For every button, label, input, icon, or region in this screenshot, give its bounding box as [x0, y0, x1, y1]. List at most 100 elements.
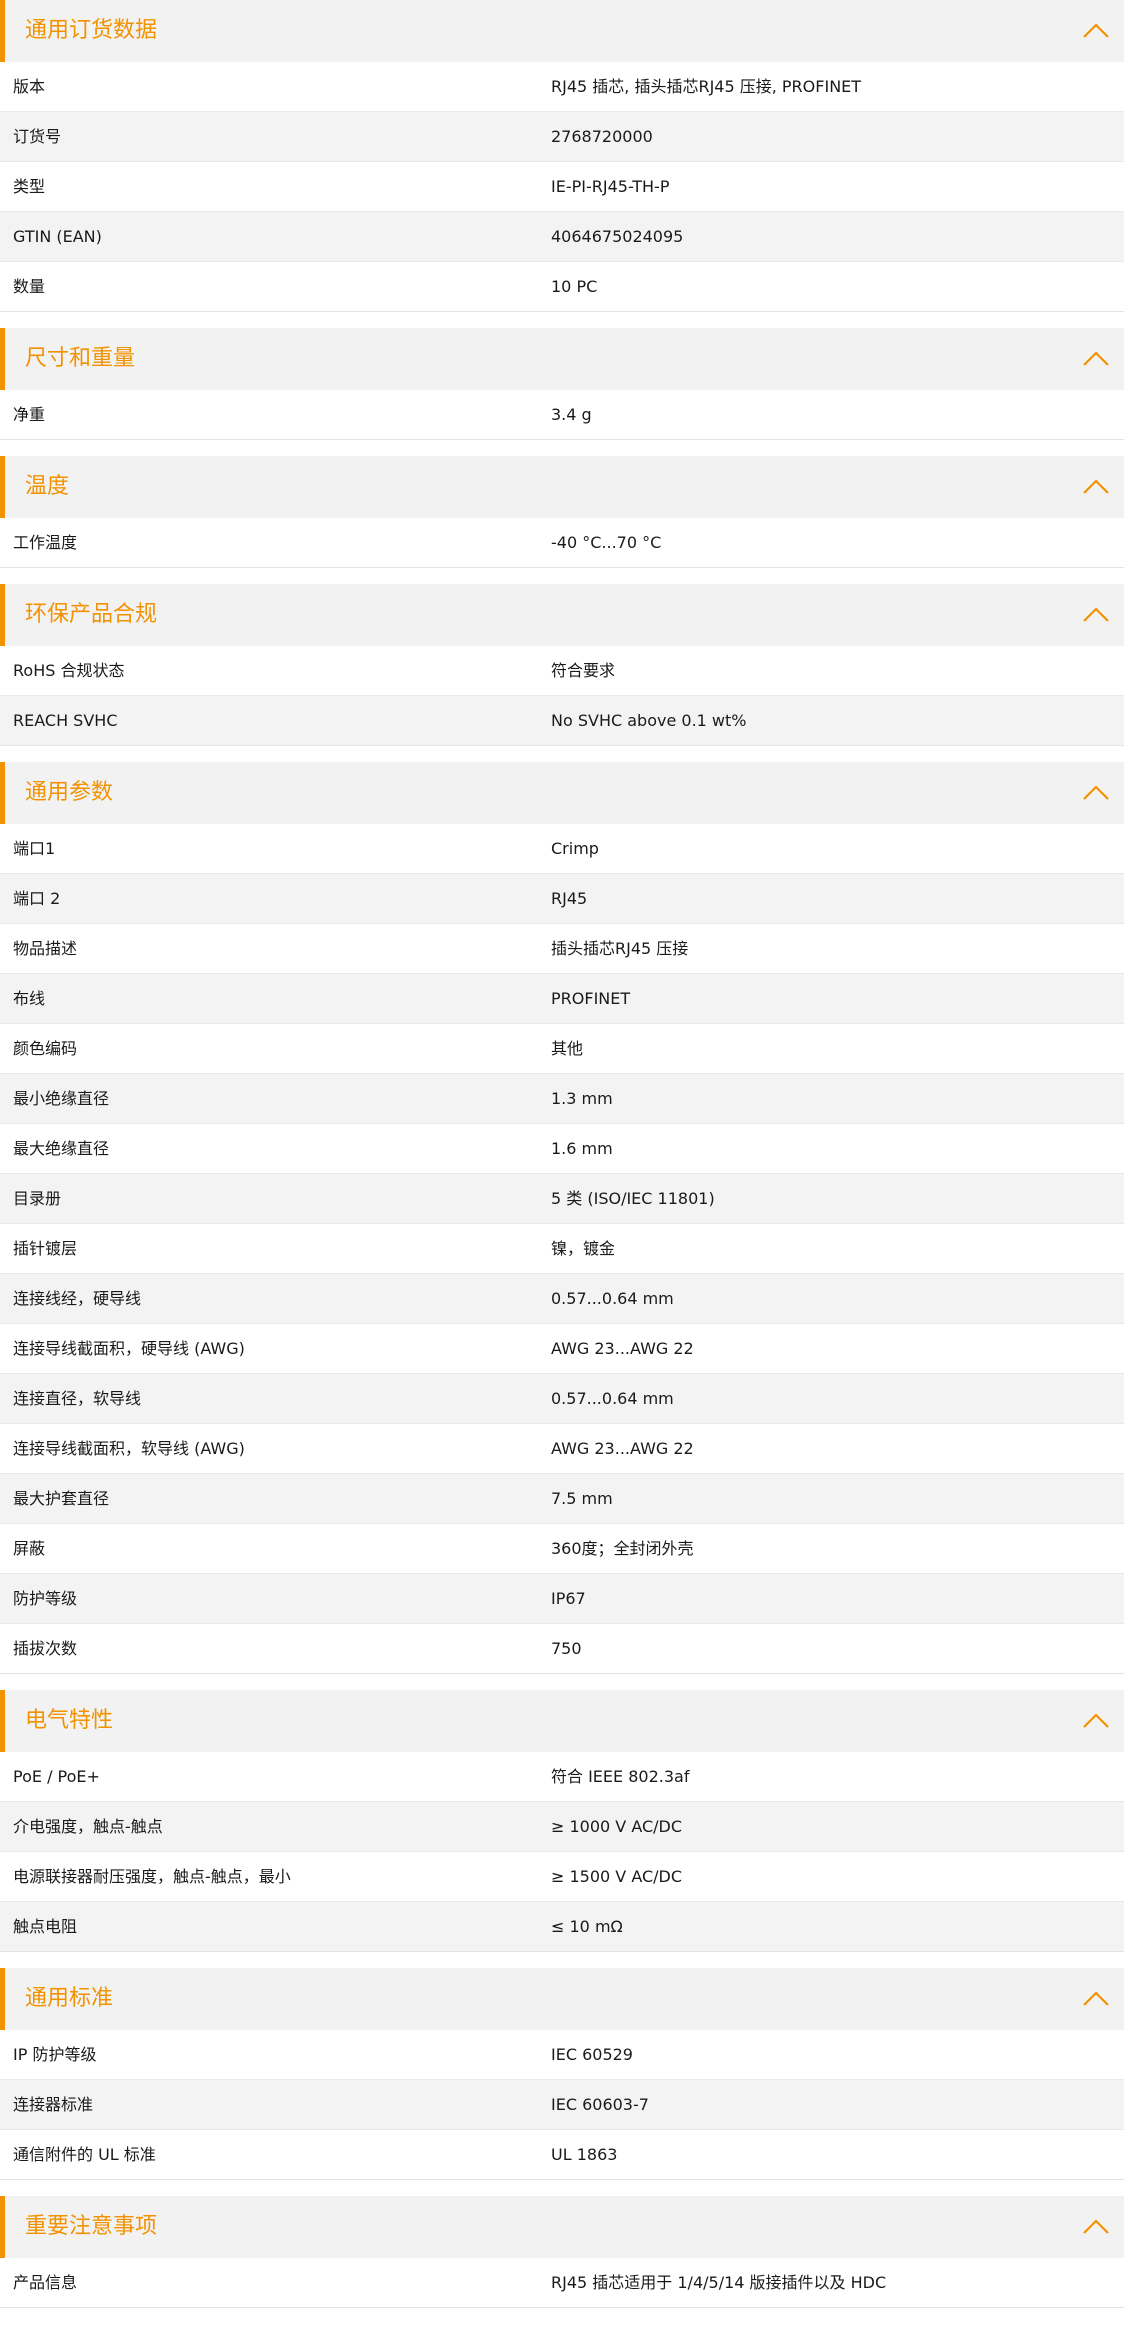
spec-row: 版本 RJ45 插芯, 插头插芯RJ45 压接, PROFINET	[0, 62, 1124, 112]
section-rows: RoHS 合规状态 符合要求 REACH SVHC No SVHC above 0.1…	[0, 646, 1124, 746]
spec-label: 订货号	[13, 127, 62, 146]
spec-label: 版本	[13, 77, 46, 96]
spec-label: 端口1	[13, 839, 56, 858]
spec-label: 电源联接器耐压强度，触点-触点，最小	[13, 1867, 291, 1886]
spec-label: 通信附件的 UL 标准	[13, 2145, 156, 2164]
spec-row: 介电强度，触点-触点 ≥ 1000 V AC/DC	[0, 1802, 1124, 1852]
spec-label: 目录册	[13, 1189, 62, 1208]
spec-label: 布线	[13, 989, 46, 1008]
spec-label: GTIN (EAN)	[13, 227, 102, 246]
spec-value: PROFINET	[551, 989, 631, 1008]
spec-value: 0.57...0.64 mm	[551, 1389, 674, 1408]
spec-label: RoHS 合规状态	[13, 661, 125, 680]
spec-label: 颜色编码	[13, 1039, 78, 1058]
spec-table: 通用订货数据 版本 RJ45 插芯, 插头插芯RJ45 压接, PROFINET 订货…	[0, 0, 1124, 2308]
spec-value: 4064675024095	[551, 227, 684, 246]
spec-row: GTIN (EAN) 4064675024095	[0, 212, 1124, 262]
spec-label: 连接导线截面积，软导线 (AWG)	[13, 1439, 245, 1458]
spec-row: 触点电阻 ≤ 10 mΩ	[0, 1902, 1124, 1952]
spec-value: 3.4 g	[551, 405, 592, 424]
spec-row: 物品描述 插头插芯RJ45 压接	[0, 924, 1124, 974]
spec-label: 最大护套直径	[13, 1489, 110, 1508]
spec-value: UL 1863	[551, 2145, 618, 2164]
spec-row: 插拔次数 750	[0, 1624, 1124, 1674]
chevron-up-icon[interactable]	[1082, 477, 1110, 497]
section-header-toggle[interactable]: 环保产品合规	[0, 584, 1124, 646]
spec-value: IP67	[551, 1589, 586, 1608]
spec-label: 工作温度	[13, 533, 78, 552]
section-title: 温度	[25, 474, 70, 499]
spec-value: ≤ 10 mΩ	[551, 1917, 623, 1936]
spec-value: 镍，镀金	[551, 1239, 616, 1258]
chevron-up-icon[interactable]	[1082, 1711, 1110, 1731]
spec-row: 端口1 Crimp	[0, 824, 1124, 874]
spec-label: 最小绝缘直径	[13, 1089, 110, 1108]
spec-value: 1.3 mm	[551, 1089, 613, 1108]
section-title: 电气特性	[25, 1708, 114, 1733]
section-rows: PoE / PoE+ 符合 IEEE 802.3af 介电强度，触点-触点 ≥ 100…	[0, 1752, 1124, 1952]
chevron-up-icon[interactable]	[1082, 2217, 1110, 2237]
spec-row: 净重 3.4 g	[0, 390, 1124, 440]
spec-row: 屏蔽 360度；全封闭外壳	[0, 1524, 1124, 1574]
spec-label: 数量	[13, 277, 46, 296]
spec-row: 数量 10 PC	[0, 262, 1124, 312]
section-header-toggle[interactable]: 电气特性	[0, 1690, 1124, 1752]
spec-value: RJ45	[551, 889, 588, 908]
section-rows: 净重 3.4 g	[0, 390, 1124, 440]
spec-row: 产品信息 RJ45 插芯适用于 1/4/5/14 版接插件以及 HDC	[0, 2258, 1124, 2308]
spec-label: 净重	[13, 405, 46, 424]
section-header-toggle[interactable]: 温度	[0, 456, 1124, 518]
spec-section: 通用参数 端口1 Crimp 端口 2 RJ45 物品描述 插头插芯RJ45 压接布线 PRO…	[0, 762, 1124, 1674]
chevron-up-icon[interactable]	[1082, 1989, 1110, 2009]
spec-row: PoE / PoE+ 符合 IEEE 802.3af	[0, 1752, 1124, 1802]
spec-value: IE-PI-RJ45-TH-P	[551, 177, 670, 196]
spec-value: 0.57...0.64 mm	[551, 1289, 674, 1308]
spec-value: AWG 23...AWG 22	[551, 1339, 694, 1358]
spec-section: 环保产品合规 RoHS 合规状态 符合要求 REACH SVHC No SVHC abo…	[0, 584, 1124, 746]
chevron-up-icon[interactable]	[1082, 21, 1110, 41]
spec-row: 颜色编码 其他	[0, 1024, 1124, 1074]
chevron-up-icon[interactable]	[1082, 783, 1110, 803]
spec-row: 通信附件的 UL 标准 UL 1863	[0, 2130, 1124, 2180]
spec-row: 布线 PROFINET	[0, 974, 1124, 1024]
spec-row: 连接导线截面积，硬导线 (AWG) AWG 23...AWG 22	[0, 1324, 1124, 1374]
section-rows: 版本 RJ45 插芯, 插头插芯RJ45 压接, PROFINET 订货号 27687…	[0, 62, 1124, 312]
spec-section: 通用标准 IP 防护等级 IEC 60529 连接器标准 IEC 60603-7 通信附件…	[0, 1968, 1124, 2180]
spec-label: 端口 2	[13, 889, 61, 908]
chevron-up-icon[interactable]	[1082, 605, 1110, 625]
chevron-up-icon[interactable]	[1082, 349, 1110, 369]
section-rows: 端口1 Crimp 端口 2 RJ45 物品描述 插头插芯RJ45 压接布线 PROFINE…	[0, 824, 1124, 1674]
spec-value: ≥ 1000 V AC/DC	[551, 1817, 683, 1836]
spec-value: No SVHC above 0.1 wt%	[551, 711, 747, 730]
section-header-toggle[interactable]: 尺寸和重量	[0, 328, 1124, 390]
spec-label: 物品描述	[13, 939, 78, 958]
section-header-toggle[interactable]: 重要注意事项	[0, 2196, 1124, 2258]
spec-value: 7.5 mm	[551, 1489, 613, 1508]
spec-label: 插拔次数	[13, 1639, 78, 1658]
section-header-toggle[interactable]: 通用订货数据	[0, 0, 1124, 62]
section-title: 重要注意事项	[25, 2214, 158, 2239]
spec-label: 防护等级	[13, 1589, 78, 1608]
spec-label: 连接导线截面积，硬导线 (AWG)	[13, 1339, 245, 1358]
spec-label: 连接线经，硬导线	[13, 1289, 142, 1308]
spec-label: IP 防护等级	[13, 2045, 97, 2064]
spec-value: 1.6 mm	[551, 1139, 613, 1158]
spec-row: 订货号 2768720000	[0, 112, 1124, 162]
section-header-toggle[interactable]: 通用参数	[0, 762, 1124, 824]
spec-row: 插针镀层 镍，镀金	[0, 1224, 1124, 1274]
spec-row: REACH SVHC No SVHC above 0.1 wt%	[0, 696, 1124, 746]
spec-label: 插针镀层	[13, 1239, 78, 1258]
spec-value: 360度；全封闭外壳	[551, 1539, 694, 1558]
spec-row: IP 防护等级 IEC 60529	[0, 2030, 1124, 2080]
section-header-toggle[interactable]: 通用标准	[0, 1968, 1124, 2030]
section-title: 通用标准	[25, 1986, 114, 2011]
spec-row: 连接直径，软导线 0.57...0.64 mm	[0, 1374, 1124, 1424]
section-title: 通用订货数据	[25, 18, 158, 43]
spec-label: PoE / PoE+	[13, 1767, 100, 1786]
spec-section: 温度工作温度 -40 °C...70 °C	[0, 456, 1124, 568]
spec-label: 最大绝缘直径	[13, 1139, 110, 1158]
spec-value: IEC 60529	[551, 2045, 633, 2064]
spec-value: IEC 60603-7	[551, 2095, 649, 2114]
section-rows: 工作温度 -40 °C...70 °C	[0, 518, 1124, 568]
spec-row: 最小绝缘直径 1.3 mm	[0, 1074, 1124, 1124]
